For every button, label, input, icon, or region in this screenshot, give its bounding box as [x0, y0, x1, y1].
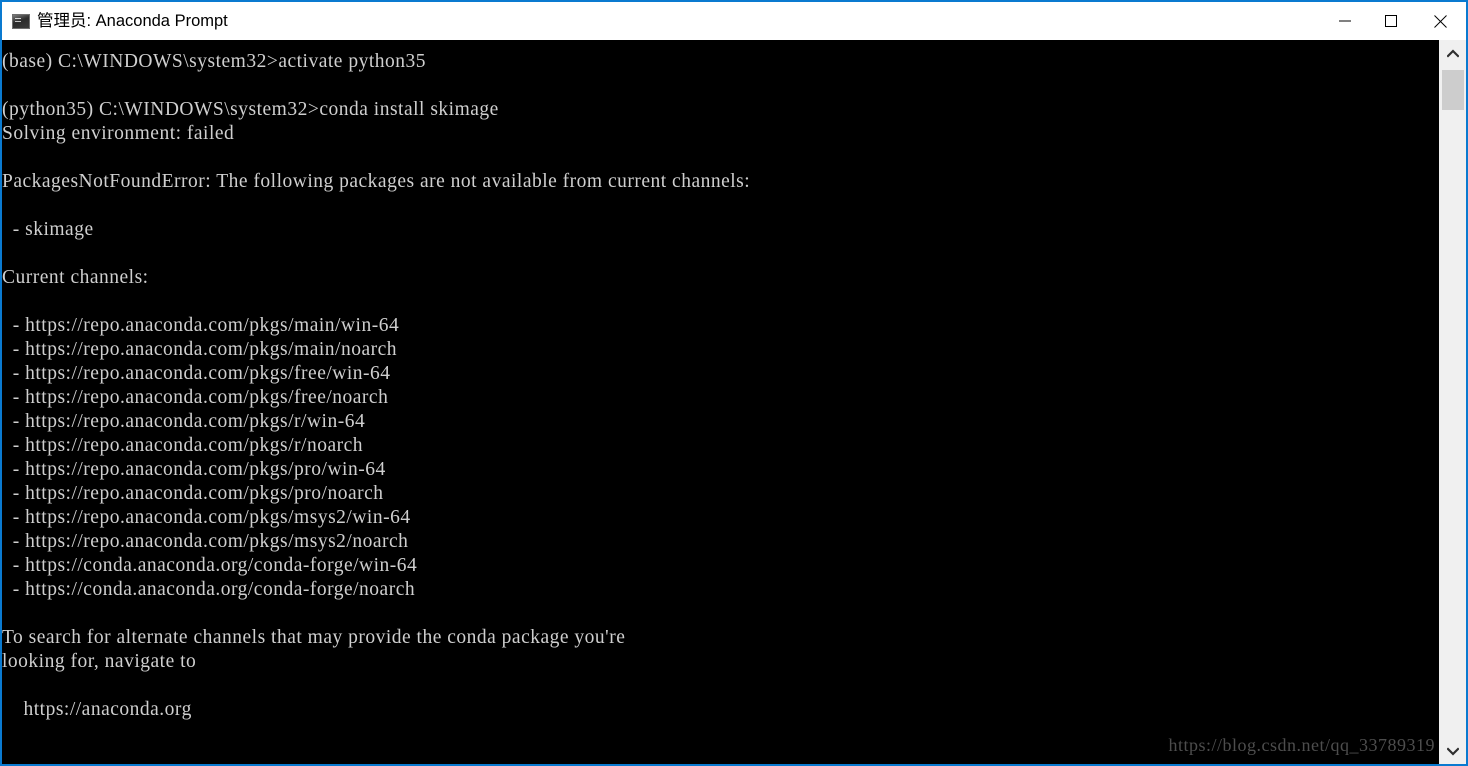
console-output-region[interactable]: (base) C:\WINDOWS\system32>activate pyth…: [2, 40, 1439, 764]
vertical-scrollbar[interactable]: [1439, 40, 1466, 764]
anaconda-prompt-window: 管理员: Anaconda Prompt (base) C:\WINDOWS\s…: [0, 0, 1468, 766]
close-icon: [1433, 14, 1447, 28]
window-title: 管理员: Anaconda Prompt: [37, 11, 228, 30]
scroll-down-button[interactable]: [1440, 738, 1466, 764]
chevron-down-icon: [1447, 746, 1459, 756]
window-controls: [1322, 2, 1466, 40]
console-area: (base) C:\WINDOWS\system32>activate pyth…: [2, 40, 1466, 764]
minimize-icon: [1339, 20, 1351, 22]
scrollbar-thumb[interactable]: [1442, 70, 1464, 110]
title-bar-left: 管理员: Anaconda Prompt: [2, 13, 1322, 30]
scroll-up-button[interactable]: [1440, 40, 1466, 66]
maximize-button[interactable]: [1368, 2, 1414, 40]
console-output-text: (base) C:\WINDOWS\system32>activate pyth…: [2, 51, 751, 720]
title-bar[interactable]: 管理员: Anaconda Prompt: [2, 2, 1466, 40]
close-button[interactable]: [1414, 2, 1466, 40]
maximize-icon: [1385, 15, 1397, 27]
watermark-text: https://blog.csdn.net/qq_33789319: [1168, 735, 1435, 755]
chevron-up-icon: [1447, 48, 1459, 58]
scrollbar-track[interactable]: [1440, 66, 1466, 738]
console-icon: [12, 13, 30, 29]
minimize-button[interactable]: [1322, 2, 1368, 40]
